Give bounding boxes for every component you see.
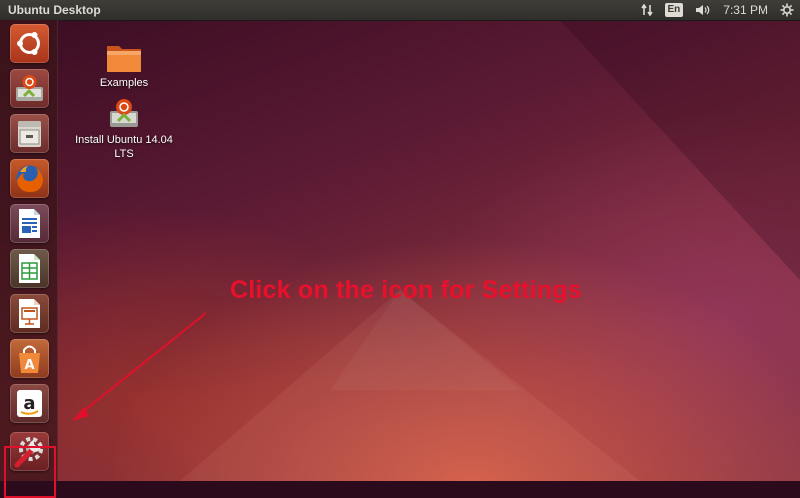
launcher-item-amazon[interactable]: a xyxy=(10,384,49,423)
ubuntu-logo-icon xyxy=(17,32,40,55)
launcher-item-ubuntu-software-center[interactable]: A xyxy=(10,339,49,378)
clock[interactable]: 7:31 PM xyxy=(723,0,768,20)
keyboard-layout-indicator[interactable]: En xyxy=(664,0,684,20)
svg-text:a: a xyxy=(23,393,35,414)
launcher: A a xyxy=(0,20,58,498)
launcher-item-libreoffice-impress[interactable] xyxy=(10,294,49,333)
annotation-arrow xyxy=(72,312,207,421)
launcher-item-dash-home[interactable] xyxy=(10,24,49,63)
panel-title: Ubuntu Desktop xyxy=(8,3,101,17)
installer-icon xyxy=(16,75,43,101)
firefox-icon xyxy=(16,165,43,192)
launcher-item-libreoffice-calc[interactable] xyxy=(10,249,49,288)
launcher-item-files[interactable] xyxy=(10,114,49,153)
file-cabinet-icon xyxy=(18,121,41,147)
calc-spreadsheet-icon xyxy=(19,254,40,283)
settings-highlight-box xyxy=(4,446,56,498)
svg-text:A: A xyxy=(24,358,34,373)
writer-document-icon xyxy=(19,209,40,238)
launcher-item-install-ubuntu[interactable] xyxy=(10,69,49,108)
keyboard-layout-label: En xyxy=(664,3,684,17)
shopping-bag-icon: A xyxy=(19,345,40,373)
volume-icon[interactable] xyxy=(695,0,711,20)
launcher-item-firefox[interactable] xyxy=(10,159,49,198)
impress-presentation-icon xyxy=(19,299,40,328)
network-transfer-icon[interactable] xyxy=(640,0,653,20)
gear-icon[interactable] xyxy=(780,0,794,20)
amazon-logo-icon: a xyxy=(17,390,42,417)
indicator-area: En 7:31 PM xyxy=(635,0,800,20)
desktop-background: Examples Install Ubuntu 14.04 LTS Click … xyxy=(0,20,800,481)
top-panel: Ubuntu Desktop En 7:31 PM xyxy=(0,0,800,20)
launcher-item-libreoffice-writer[interactable] xyxy=(10,204,49,243)
